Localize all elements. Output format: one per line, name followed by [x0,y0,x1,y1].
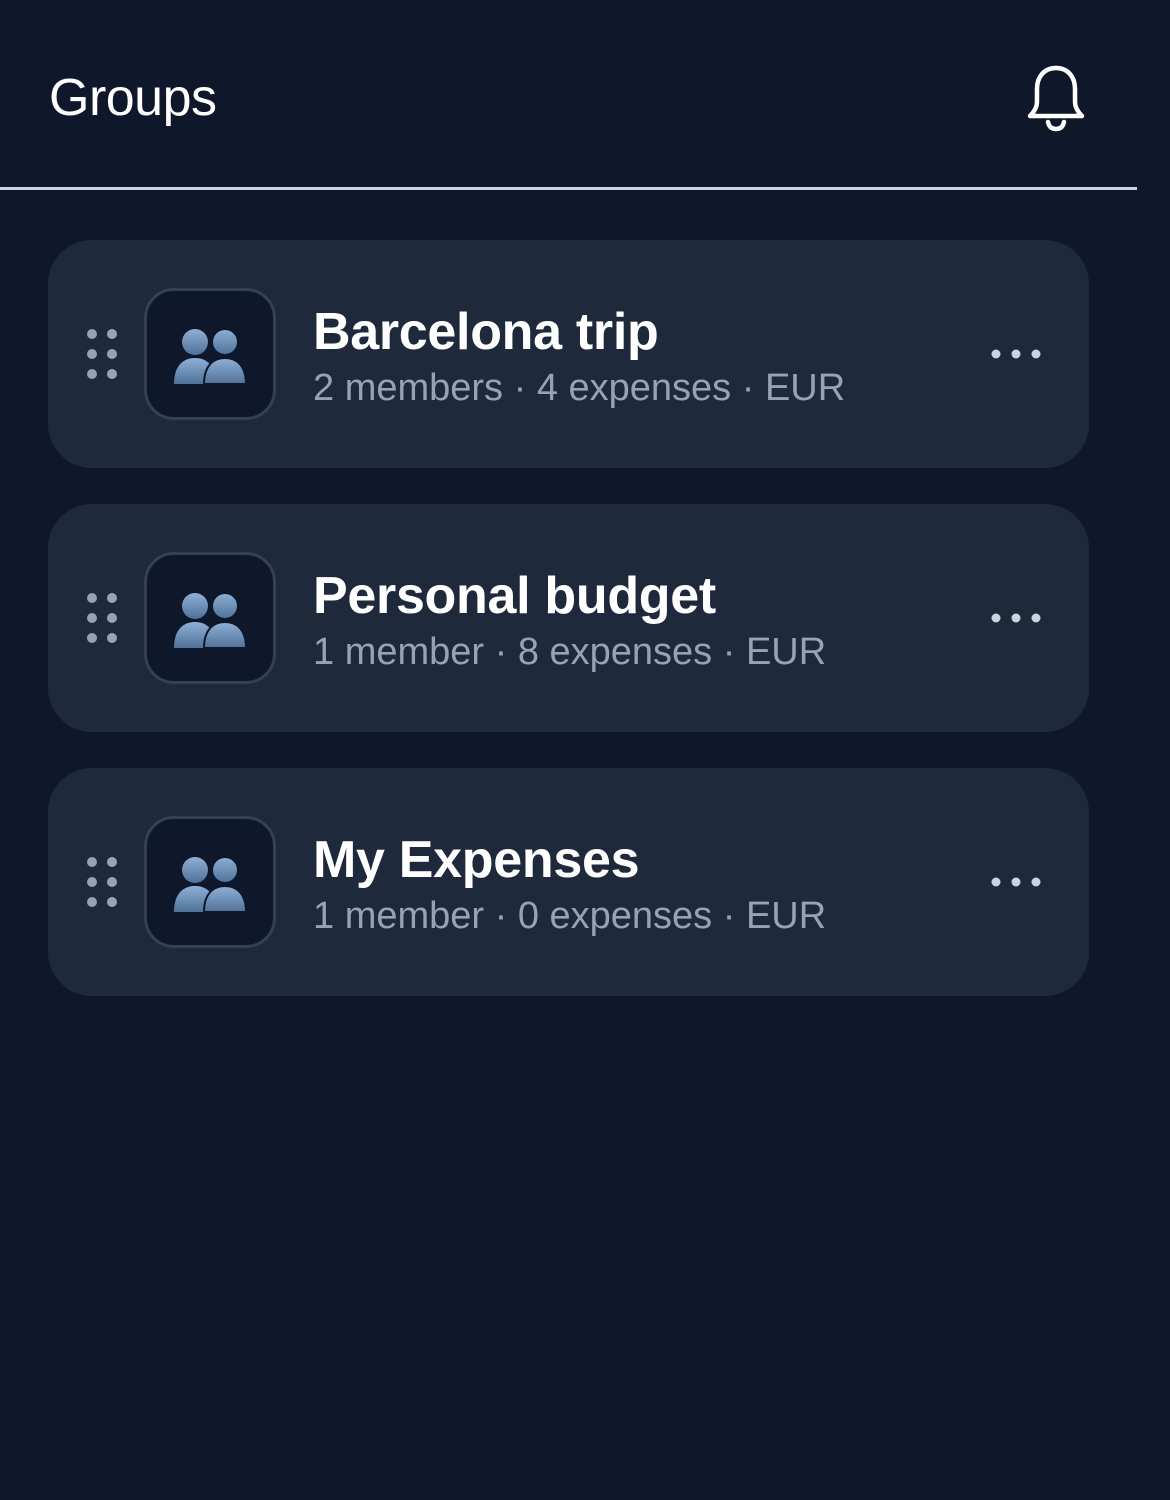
group-list: Barcelona trip 2 members · 4 expenses · … [48,240,1089,1032]
group-name: My Expenses [313,831,640,889]
more-options-icon[interactable] [984,598,1048,638]
group-meta: 1 member · 8 expenses · EUR [313,631,827,673]
group-name: Barcelona trip [313,303,659,361]
app-header: Groups [0,0,1137,190]
people-icon [144,552,276,684]
group-card[interactable]: My Expenses 1 member · 0 expenses · EUR [48,768,1089,996]
group-meta: 1 member · 0 expenses · EUR [313,895,827,937]
drag-handle-icon[interactable] [84,328,120,380]
more-options-icon[interactable] [984,334,1048,374]
people-icon [144,816,276,948]
page-title: Groups [49,69,217,127]
drag-handle-icon[interactable] [84,856,120,908]
group-card[interactable]: Barcelona trip 2 members · 4 expenses · … [48,240,1089,468]
group-meta: 2 members · 4 expenses · EUR [313,367,846,409]
drag-handle-icon[interactable] [84,592,120,644]
bell-icon[interactable] [1022,62,1090,134]
group-card[interactable]: Personal budget 1 member · 8 expenses · … [48,504,1089,732]
people-icon [144,288,276,420]
more-options-icon[interactable] [984,862,1048,902]
group-name: Personal budget [313,567,716,625]
